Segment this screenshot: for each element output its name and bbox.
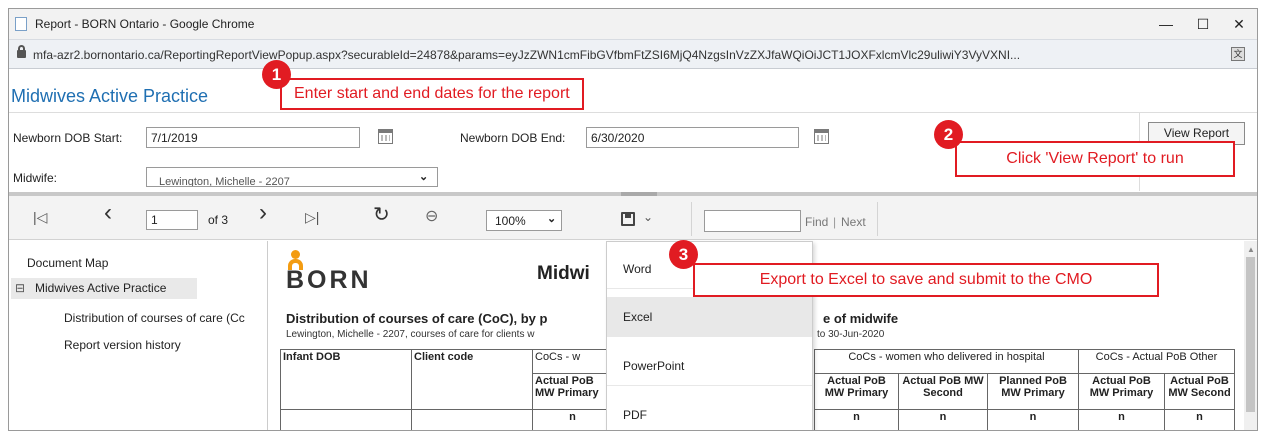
export-button[interactable]: ⌄ bbox=[617, 210, 661, 232]
window-title: Report - BORN Ontario - Google Chrome bbox=[35, 17, 255, 31]
docmap-item-selected[interactable]: ⊟ Midwives Active Practice bbox=[11, 278, 197, 299]
col-subheader: Actual PoB MW Primary bbox=[532, 373, 613, 410]
cell bbox=[411, 409, 533, 430]
export-menu-item-excel[interactable]: Excel bbox=[607, 297, 812, 337]
n-cell: n bbox=[987, 409, 1079, 430]
n-cell: n bbox=[814, 409, 899, 430]
report-toolbar: |◁ ‹ of 3 › ▷| ↻ ⊖ 100% ⌄ ⌄ Find | Next bbox=[9, 192, 1257, 240]
callout-2-badge: 2 bbox=[934, 120, 963, 149]
minimize-button[interactable]: — bbox=[1151, 14, 1181, 34]
title-divider bbox=[9, 112, 1257, 113]
browser-window: Report - BORN Ontario - Google Chrome — … bbox=[8, 8, 1258, 431]
first-page-button[interactable]: |◁ bbox=[33, 208, 47, 226]
docmap-item[interactable]: Report version history bbox=[64, 338, 181, 352]
export-menu-item-powerpoint[interactable]: PowerPoint bbox=[607, 346, 812, 386]
col-subheader: Planned PoB MW Primary bbox=[987, 373, 1079, 410]
find-link[interactable]: Find bbox=[805, 215, 828, 229]
n-cell: n bbox=[1078, 409, 1165, 430]
lock-shackle-icon bbox=[18, 45, 25, 52]
zoom-select[interactable]: 100% ⌄ bbox=[486, 210, 562, 231]
dob-end-input[interactable] bbox=[586, 127, 799, 148]
report-subheading-right: e of midwife bbox=[823, 311, 899, 326]
logo-head-icon bbox=[291, 250, 300, 259]
col-group-header: CoCs - women who delivered in hospital bbox=[814, 349, 1079, 374]
page-favicon-icon bbox=[15, 17, 27, 31]
toolbar-divider bbox=[877, 202, 878, 236]
report-meta: Lewington, Michelle - 2207, courses of c… bbox=[286, 329, 535, 340]
n-cell: n bbox=[898, 409, 988, 430]
scrollbar-thumb[interactable] bbox=[1246, 257, 1255, 412]
chevron-down-icon: ⌄ bbox=[643, 210, 654, 224]
cell bbox=[280, 409, 412, 430]
zoom-select-value: 100% bbox=[495, 214, 526, 228]
page-number-input[interactable] bbox=[146, 210, 198, 230]
dob-start-label: Newborn DOB Start: bbox=[13, 131, 123, 145]
col-group-header: CoCs - w bbox=[532, 349, 613, 374]
col-header-infant-dob: Infant DOB bbox=[280, 349, 412, 410]
refresh-icon[interactable]: ↻ bbox=[373, 205, 390, 225]
born-logo: BORN bbox=[286, 266, 372, 294]
page-title: Midwives Active Practice bbox=[11, 86, 209, 106]
translate-icon[interactable]: 文 bbox=[1231, 47, 1245, 61]
toolbar-divider bbox=[691, 202, 692, 236]
midwife-select-value: Lewington, Michelle - 2207 bbox=[159, 177, 290, 186]
find-next-link[interactable]: Next bbox=[841, 215, 866, 229]
document-map: Document Map ⊟ Midwives Active Practice … bbox=[9, 241, 268, 430]
midwife-label: Midwife: bbox=[13, 171, 58, 185]
splitter-handle[interactable] bbox=[621, 192, 657, 196]
dob-start-input[interactable] bbox=[146, 127, 360, 148]
find-separator: | bbox=[833, 215, 837, 229]
page-count: of 3 bbox=[208, 213, 229, 227]
col-group-header: CoCs - Actual PoB Other bbox=[1078, 349, 1235, 374]
callout-3: Export to Excel to save and submit to th… bbox=[693, 263, 1159, 297]
previous-page-button[interactable]: ‹ bbox=[104, 201, 112, 225]
title-bar: Report - BORN Ontario - Google Chrome — … bbox=[9, 9, 1257, 39]
col-subheader: Actual PoB MW Second bbox=[1164, 373, 1235, 410]
collapse-icon[interactable]: ⊟ bbox=[15, 281, 25, 295]
report-subheading: Distribution of courses of care (CoC), b… bbox=[286, 311, 548, 326]
callout-2: Click 'View Report' to run bbox=[955, 141, 1235, 177]
dob-end-calendar-icon[interactable] bbox=[814, 129, 829, 144]
chevron-down-icon: ⌄ bbox=[547, 213, 557, 225]
n-cell: n bbox=[1164, 409, 1235, 430]
docmap-item[interactable]: Distribution of courses of care (Cc bbox=[64, 311, 266, 325]
col-subheader: Actual PoB MW Primary bbox=[1078, 373, 1165, 410]
last-page-button[interactable]: ▷| bbox=[305, 208, 319, 226]
vertical-scrollbar[interactable]: ▲ bbox=[1244, 241, 1257, 430]
document-map-title: Document Map bbox=[27, 256, 109, 270]
dob-start-calendar-icon[interactable] bbox=[378, 129, 393, 144]
col-subheader: Actual PoB MW Second bbox=[898, 373, 988, 410]
floppy-disk-label-icon bbox=[625, 214, 631, 218]
back-icon[interactable]: ⊖ bbox=[425, 208, 438, 226]
report-meta-right: to 30-Jun-2020 bbox=[817, 329, 885, 340]
col-subheader: Actual PoB MW Primary bbox=[814, 373, 899, 410]
report-heading: Midwi bbox=[537, 263, 590, 284]
midwife-select[interactable]: Lewington, Michelle - 2207 ⌄ bbox=[146, 167, 438, 187]
col-header-client-code: Client code bbox=[411, 349, 533, 410]
chevron-down-icon: ⌄ bbox=[419, 171, 429, 183]
export-menu-item-pdf[interactable]: PDF bbox=[607, 395, 812, 430]
docmap-item-label: Midwives Active Practice bbox=[35, 281, 167, 295]
dob-end-label: Newborn DOB End: bbox=[460, 131, 566, 145]
address-bar[interactable]: mfa-azr2.bornontario.ca/ReportingReportV… bbox=[9, 39, 1257, 69]
address-url[interactable]: mfa-azr2.bornontario.ca/ReportingReportV… bbox=[33, 48, 1223, 62]
callout-3-badge: 3 bbox=[669, 240, 698, 269]
n-cell: n bbox=[532, 409, 613, 430]
callout-1: Enter start and end dates for the report bbox=[280, 78, 584, 110]
maximize-button[interactable]: ☐ bbox=[1188, 14, 1218, 34]
close-button[interactable]: ✕ bbox=[1224, 14, 1254, 34]
scroll-up-arrow-icon[interactable]: ▲ bbox=[1247, 245, 1255, 254]
callout-1-badge: 1 bbox=[262, 60, 291, 89]
next-page-button[interactable]: › bbox=[259, 201, 267, 225]
find-input[interactable] bbox=[704, 210, 801, 232]
